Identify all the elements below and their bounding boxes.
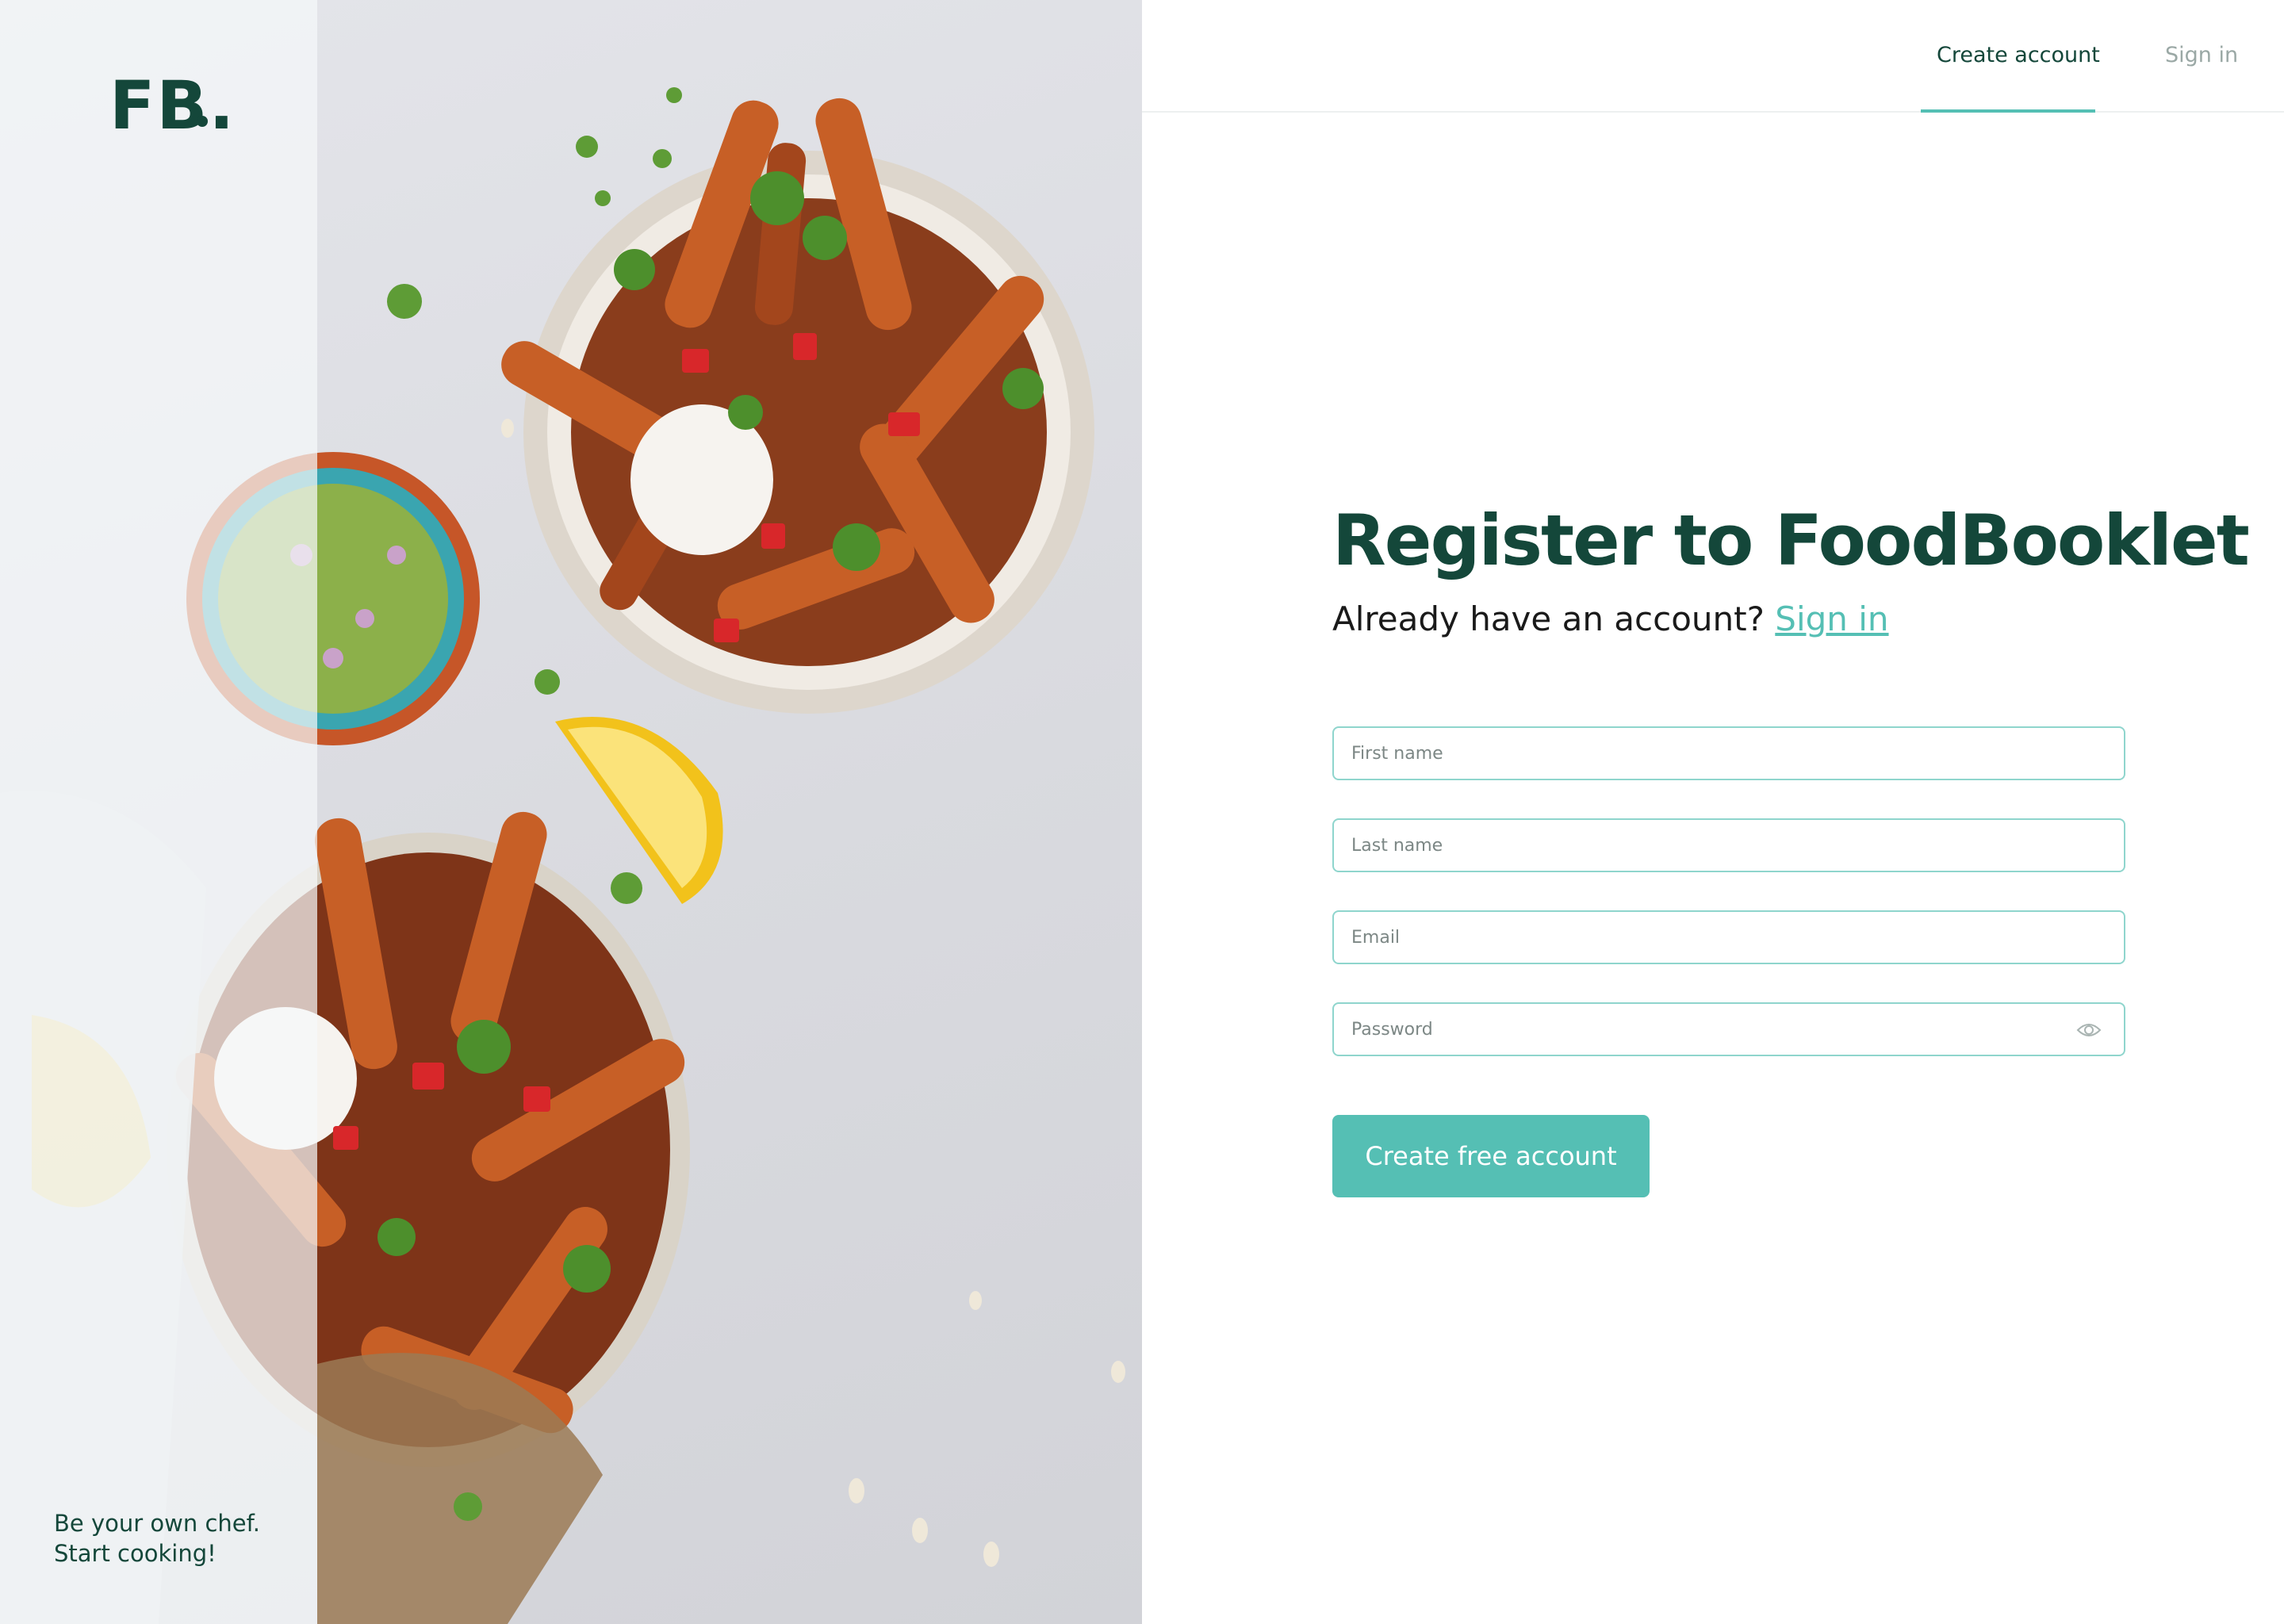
first-name-input[interactable] [1334,728,2124,779]
last-name-field [1332,818,2125,872]
tagline-line-1: Be your own chef. [54,1510,260,1537]
signin-link[interactable]: Sign in [1775,599,1888,638]
hero-image: FB. Be your own chef. Start cooking! [0,0,1142,1624]
last-name-input[interactable] [1334,820,2124,871]
active-tab-indicator [1921,109,2095,113]
email-field [1332,910,2125,964]
tab-sign-in[interactable]: Sign in [2165,43,2238,67]
frosted-overlay [0,0,317,1624]
signin-prompt: Already have an account? Sign in [1332,599,1889,638]
tagline-line-2: Start cooking! [54,1540,217,1567]
tab-create-account[interactable]: Create account [1937,43,2100,67]
password-field [1332,1002,2125,1056]
top-navigation: Create account Sign in [1142,0,2284,113]
create-account-button[interactable]: Create free account [1332,1115,1650,1197]
brand-logo[interactable]: FB. [109,67,236,144]
registration-panel: Create account Sign in Register to FoodB… [1142,0,2284,1624]
eye-icon[interactable] [2076,1021,2102,1039]
brand-tagline: Be your own chef. Start cooking! [54,1508,308,1568]
password-input[interactable] [1334,1004,2124,1055]
logo-mark [197,116,208,127]
email-input[interactable] [1334,912,2124,963]
page-title: Register to FoodBooklet [1332,500,2250,581]
signin-prompt-text: Already have an account? [1332,599,1765,638]
first-name-field [1332,726,2125,780]
